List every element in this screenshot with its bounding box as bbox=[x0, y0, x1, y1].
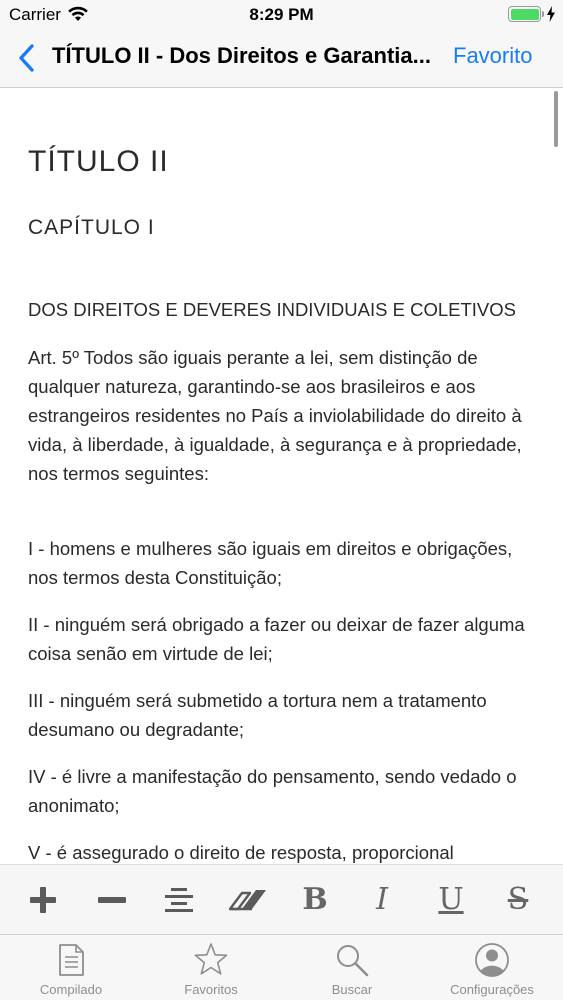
eraser-icon bbox=[228, 890, 266, 911]
tab-label: Configurações bbox=[450, 982, 534, 997]
paragraph-inciso-iii: III - ninguém será submetido a tortura n… bbox=[28, 690, 487, 740]
tab-label: Favoritos bbox=[184, 982, 238, 997]
tab-bar: Compilado Favoritos Buscar Configurações bbox=[0, 934, 563, 1000]
paragraph-inciso-v: V - é assegurado o direito de resposta, … bbox=[28, 842, 454, 863]
paragraph-section-title: DOS DIREITOS E DEVERES INDIVIDUAIS E COL… bbox=[28, 299, 516, 320]
bold-button[interactable]: B bbox=[298, 883, 332, 917]
plus-icon bbox=[30, 887, 56, 913]
tab-buscar[interactable]: Buscar bbox=[282, 935, 422, 1000]
document-heading: TÍTULO II bbox=[28, 145, 169, 178]
charging-bolt-icon bbox=[546, 6, 556, 27]
italic-button[interactable]: I bbox=[365, 883, 399, 917]
search-icon bbox=[337, 945, 369, 977]
eraser-button[interactable] bbox=[228, 883, 266, 917]
tab-configuracoes[interactable]: Configurações bbox=[422, 935, 562, 1000]
document-icon bbox=[59, 944, 84, 976]
page-title: TÍTULO II - Dos Direitos e Garantia... bbox=[52, 43, 431, 68]
paragraph-art5: Art. 5º Todos são iguais perante a lei, … bbox=[28, 347, 522, 484]
back-button[interactable] bbox=[14, 42, 42, 74]
paragraph-inciso-i: I - homens e mulheres são iguais em dire… bbox=[28, 538, 513, 588]
document-subheading: CAPÍTULO I bbox=[28, 216, 155, 239]
status-bar: Carrier 8:29 PM bbox=[0, 0, 563, 30]
align-center-button[interactable] bbox=[162, 883, 196, 917]
favorite-button[interactable]: Favorito bbox=[453, 43, 532, 69]
user-icon bbox=[475, 943, 509, 977]
navigation-bar: TÍTULO II - Dos Direitos e Garantia... F… bbox=[0, 30, 563, 88]
minus-icon bbox=[98, 897, 126, 903]
strikethrough-button[interactable]: S bbox=[501, 883, 535, 917]
chevron-left-icon bbox=[19, 44, 34, 72]
tab-label: Compilado bbox=[39, 982, 103, 997]
document-view[interactable]: TÍTULO II CAPÍTULO I DOS DIREITOS E DEVE… bbox=[0, 89, 563, 864]
tab-favoritos[interactable]: Favoritos bbox=[141, 935, 281, 1000]
underline-button[interactable]: U bbox=[434, 883, 468, 917]
tab-compilado[interactable]: Compilado bbox=[1, 935, 141, 1000]
paragraph-inciso-iv: IV - é livre a manifestação do pensament… bbox=[28, 766, 517, 816]
format-toolbar: B I U S bbox=[0, 864, 563, 934]
align-center-icon bbox=[165, 888, 193, 912]
decrease-font-button[interactable] bbox=[95, 883, 129, 917]
battery-icon bbox=[508, 6, 541, 22]
tab-label: Buscar bbox=[331, 982, 373, 997]
star-icon bbox=[194, 943, 228, 975]
scrollbar-thumb[interactable] bbox=[554, 91, 558, 147]
increase-font-button[interactable] bbox=[26, 883, 60, 917]
status-time: 8:29 PM bbox=[249, 5, 314, 24]
paragraph-inciso-ii: II - ninguém será obrigado a fazer ou de… bbox=[28, 614, 525, 664]
